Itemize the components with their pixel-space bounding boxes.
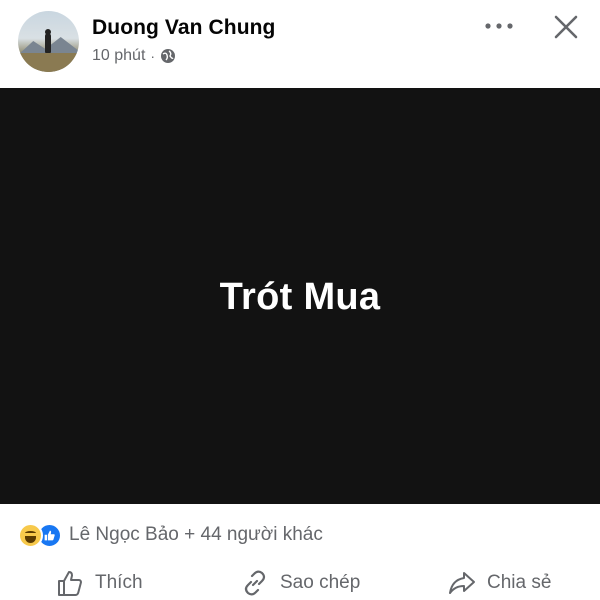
post-media[interactable]: Trót Mua xyxy=(0,88,600,504)
post-time[interactable]: 10 phút xyxy=(92,47,145,65)
avatar[interactable] xyxy=(18,11,79,72)
close-icon[interactable] xyxy=(553,14,579,40)
post-meta: 10 phút · xyxy=(92,47,176,65)
copy-button[interactable]: Sao chép xyxy=(240,566,360,600)
post-header: Duong Van Chung 10 phút · xyxy=(0,0,600,88)
thumbs-up-icon xyxy=(58,571,82,596)
reaction-summary[interactable]: Lê Ngọc Bảo + 44 người khác xyxy=(69,524,323,546)
like-label: Thích xyxy=(95,572,143,593)
action-bar: Thích Sao chép Chia sẻ xyxy=(0,566,600,600)
haha-reaction-icon xyxy=(18,522,43,548)
meta-separator: · xyxy=(150,48,156,64)
like-button[interactable]: Thích xyxy=(55,566,143,600)
share-button[interactable]: Chia sẻ xyxy=(447,566,551,600)
share-label: Chia sẻ xyxy=(487,572,552,593)
globe-icon[interactable] xyxy=(160,48,176,64)
share-arrow-icon xyxy=(449,572,475,594)
more-horizontal-icon[interactable] xyxy=(484,16,514,36)
media-text: Trót Mua xyxy=(219,275,381,318)
reactions-bar[interactable]: Lê Ngọc Bảo + 44 người khác xyxy=(18,520,323,550)
link-icon xyxy=(244,570,266,596)
author-name[interactable]: Duong Van Chung xyxy=(92,16,275,40)
copy-label: Sao chép xyxy=(280,572,361,593)
